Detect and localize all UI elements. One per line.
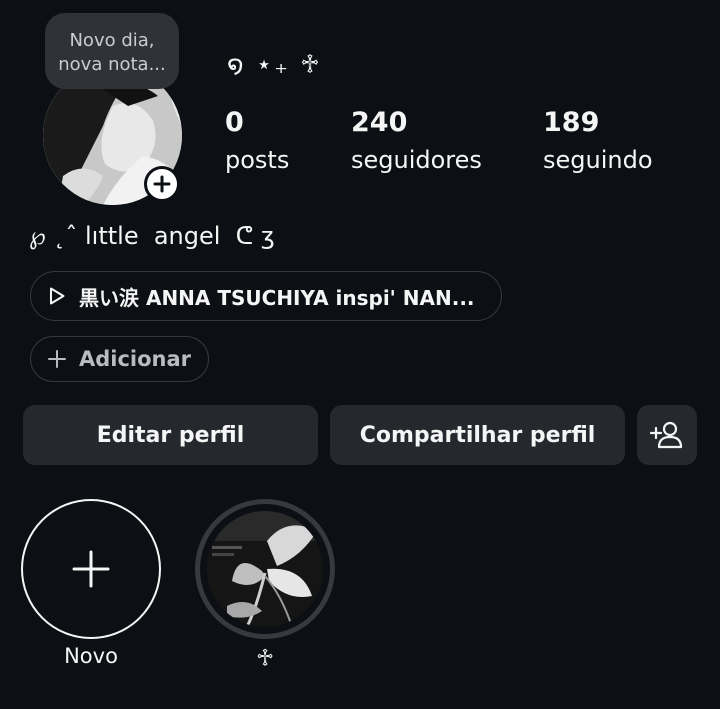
stat-posts[interactable]: 0 posts: [225, 106, 289, 177]
highlight-cover: [207, 511, 323, 627]
add-link-button[interactable]: Adicionar: [30, 336, 209, 382]
note-text: Novo dia, nova nota...: [58, 30, 166, 75]
highlight-story-label: ♱: [255, 644, 275, 672]
add-story-button[interactable]: [144, 166, 180, 202]
plus-icon: [47, 349, 67, 369]
profile-music[interactable]: 黒い涙 ANNA TSUCHIYA inspi' NAN...: [30, 271, 502, 321]
posts-label: posts: [225, 146, 290, 174]
share-profile-button[interactable]: Compartilhar perfil: [330, 405, 625, 465]
highlight-new[interactable]: [21, 499, 161, 639]
share-profile-label: Compartilhar perfil: [359, 422, 596, 448]
edit-profile-label: Editar perfil: [96, 422, 245, 448]
plus-icon: [153, 175, 171, 193]
play-icon: [47, 286, 67, 306]
highlight-story[interactable]: [195, 499, 335, 639]
add-person-icon: [650, 421, 683, 449]
followers-count: 240: [351, 107, 408, 138]
following-count: 189: [543, 107, 600, 138]
music-title: 黒い涙 ANNA TSUCHIYA inspi' NAN...: [79, 285, 475, 310]
followers-label: seguidores: [351, 146, 482, 174]
edit-profile-button[interactable]: Editar perfil: [23, 405, 318, 465]
profile-display-name: ℘ ˛ˆ lıttle angel ᕦ ʒ: [29, 222, 275, 250]
profile-username: ໑ ⋆₊ ♱: [227, 50, 323, 80]
highlight-new-label: Novo: [64, 644, 118, 668]
plus-icon: [72, 550, 110, 588]
note-bubble[interactable]: Novo dia, nova nota...: [45, 13, 179, 89]
stat-followers[interactable]: 240 seguidores: [351, 106, 482, 177]
add-link-label: Adicionar: [79, 347, 192, 371]
posts-count: 0: [225, 107, 244, 138]
following-label: seguindo: [543, 146, 653, 174]
stat-following[interactable]: 189 seguindo: [543, 106, 653, 177]
discover-people-button[interactable]: [637, 405, 697, 465]
